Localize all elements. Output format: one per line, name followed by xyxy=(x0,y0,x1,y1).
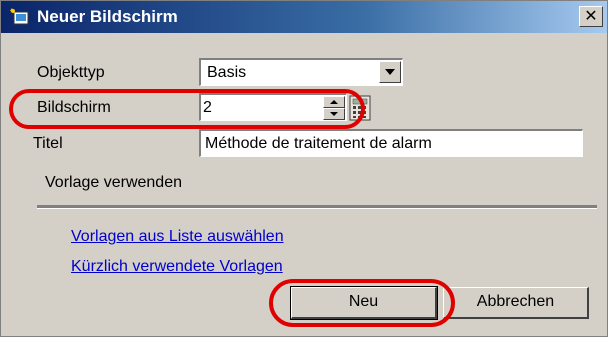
objekttyp-label: Objekttyp xyxy=(37,64,105,81)
titel-label: Titel xyxy=(33,135,63,152)
new-screen-icon xyxy=(10,8,29,25)
cancel-button[interactable]: Abbrechen xyxy=(443,287,589,319)
new-button[interactable]: Neu xyxy=(290,286,438,320)
spin-down-button[interactable] xyxy=(323,108,345,120)
calculator-icon[interactable] xyxy=(349,95,371,121)
bildschirm-stepper[interactable]: 2 xyxy=(199,93,347,121)
spin-buttons xyxy=(323,96,345,120)
titel-input[interactable]: Méthode de traitement de alarm xyxy=(199,129,583,157)
spin-up-button[interactable] xyxy=(323,96,345,108)
title-bar[interactable]: Neuer Bildschirm ✕ xyxy=(1,1,607,33)
chevron-down-icon[interactable] xyxy=(379,61,401,83)
titel-value: Méthode de traitement de alarm xyxy=(205,135,432,152)
close-icon: ✕ xyxy=(584,8,598,25)
close-button[interactable]: ✕ xyxy=(579,6,603,27)
new-screen-dialog: Neuer Bildschirm ✕ Objekttyp Basis Bilds… xyxy=(0,0,608,337)
link-vorlagen-aus-liste[interactable]: Vorlagen aus Liste auswählen xyxy=(71,227,284,247)
link-kuerzlich-verwendete-vorlagen[interactable]: Kürzlich verwendete Vorlagen xyxy=(71,257,283,277)
objekttyp-select[interactable]: Basis xyxy=(199,58,403,86)
vorlage-verwenden-label: Vorlage verwenden xyxy=(45,174,182,191)
bildschirm-label: Bildschirm xyxy=(37,99,111,116)
objekttyp-value: Basis xyxy=(207,64,247,81)
dialog-title: Neuer Bildschirm xyxy=(37,7,178,26)
separator xyxy=(37,205,597,209)
bildschirm-value: 2 xyxy=(203,99,212,116)
